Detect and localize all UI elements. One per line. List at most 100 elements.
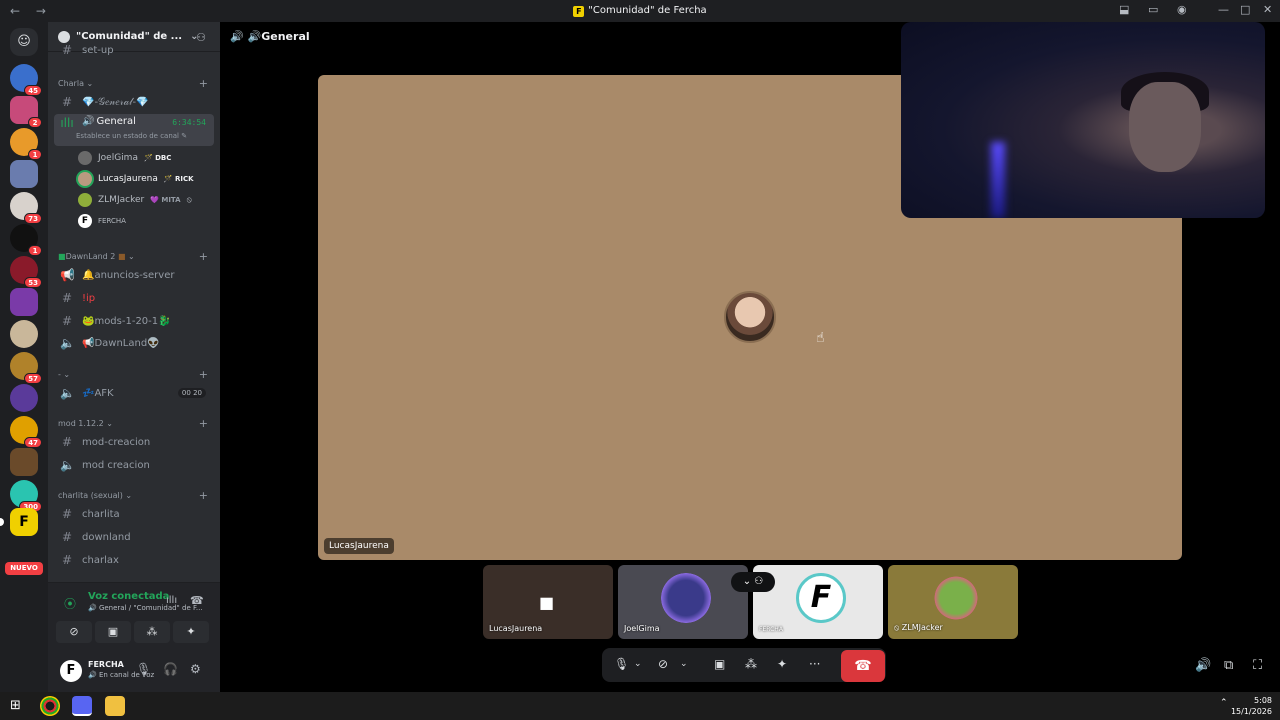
- participant-thumbnail[interactable]: ⦸ ZLMJacker: [888, 565, 1018, 639]
- user-limit: 20: [193, 389, 202, 397]
- server-icon[interactable]: [10, 320, 38, 348]
- fullscreen-icon[interactable]: ⛶: [1253, 658, 1262, 673]
- channel-mod-creacion-voice[interactable]: 🔈 mod creacion: [54, 455, 214, 475]
- voice-status[interactable]: Voz conectada: [88, 591, 169, 602]
- server-icon[interactable]: 45: [10, 64, 42, 96]
- help-icon[interactable]: ◉: [1177, 3, 1187, 16]
- add-channel-icon[interactable]: +: [199, 368, 208, 381]
- channel-charlax[interactable]: # charlax: [54, 550, 214, 570]
- channel-afk[interactable]: 🔈 💤AFK 00 20: [54, 383, 214, 403]
- thumbnail-name: FERCHA: [759, 626, 783, 633]
- voice-user-name: ZLMJacker: [98, 195, 145, 205]
- server-icon[interactable]: [10, 160, 38, 188]
- disconnect-button[interactable]: ☎: [841, 650, 885, 682]
- add-channel-icon[interactable]: +: [199, 489, 208, 502]
- channel-downland[interactable]: # downland: [54, 527, 214, 547]
- chrome-icon[interactable]: [40, 696, 60, 716]
- channel-status-text: Establece un estado de canal: [76, 132, 180, 140]
- activities-icon[interactable]: ⁂: [745, 657, 757, 671]
- microphone-icon[interactable]: 🎙: [614, 657, 629, 671]
- os-taskbar: ⊞ ⌃ 5:08 15/1/2026: [0, 692, 1280, 720]
- server-icon[interactable]: 53: [10, 256, 42, 288]
- server-icon[interactable]: [10, 384, 38, 412]
- voice-user[interactable]: F FERCHA: [78, 212, 126, 230]
- category-mod[interactable]: mod 1.12.2 ⌄: [58, 419, 113, 428]
- tray-chevron-icon[interactable]: ⌃: [1220, 698, 1228, 708]
- activities-button[interactable]: ⁂: [134, 621, 170, 643]
- category-dawnland[interactable]: ■DawnLand 2 ■ ⌄: [58, 252, 135, 261]
- system-clock[interactable]: 5:08 15/1/2026: [1231, 695, 1272, 717]
- server-icon[interactable]: 73: [10, 192, 42, 224]
- server-icon[interactable]: 1: [10, 224, 42, 256]
- screen-share-icon[interactable]: ▣: [714, 657, 725, 671]
- channel-dawnland-voice[interactable]: 🔈 📢DawnLand👽: [54, 333, 214, 353]
- channel-anuncios[interactable]: 📢 🔔anuncios-server: [54, 265, 214, 285]
- hash-icon: #: [61, 95, 73, 109]
- screen-share-button[interactable]: ▣: [95, 621, 131, 643]
- chevron-down-icon[interactable]: ⌄: [634, 659, 642, 669]
- more-options-icon[interactable]: ···: [809, 657, 820, 671]
- server-icon[interactable]: [10, 448, 38, 476]
- fercha-server-icon[interactable]: F: [10, 508, 38, 536]
- new-badge: NUEVO: [5, 562, 43, 575]
- avatar[interactable]: F: [60, 660, 82, 682]
- server-icon[interactable]: 57: [10, 352, 42, 384]
- channel-charlita[interactable]: # charlita: [54, 504, 214, 524]
- category-dash[interactable]: - ⌄: [58, 370, 70, 379]
- muted-icon: ⦸: [186, 195, 192, 204]
- tile-options[interactable]: ⌄ ⚇: [731, 572, 775, 592]
- server-icon[interactable]: 47: [10, 416, 42, 448]
- add-channel-icon[interactable]: +: [199, 250, 208, 263]
- microphone-icon[interactable]: 🎙: [136, 662, 151, 676]
- file-explorer-icon[interactable]: [105, 696, 125, 716]
- server-icon[interactable]: [10, 288, 38, 316]
- call-header: 🔊 🔊General: [230, 30, 310, 43]
- chevron-down-icon[interactable]: ⌄: [680, 659, 688, 669]
- channel-set-up[interactable]: # set-up: [54, 44, 214, 56]
- headphones-icon[interactable]: 🎧: [163, 662, 178, 676]
- picture-in-picture-video[interactable]: [901, 22, 1265, 218]
- channel-general-voice[interactable]: ıllı 🔊 General 6:34:54 Establece un esta…: [54, 114, 214, 146]
- maximize-button[interactable]: □: [1240, 3, 1250, 16]
- user-panel: F FERCHA 🔊 En canal de voz 🎙 🎧 ⚙: [48, 652, 220, 692]
- server-icon[interactable]: 300: [10, 480, 42, 512]
- channel-ip[interactable]: # !ip: [54, 288, 214, 308]
- avatar: [78, 151, 92, 165]
- voice-user[interactable]: ZLMJacker 💜 MITA ⦸: [78, 191, 192, 209]
- participant-thumbnail[interactable]: ■ LucasJaurena: [483, 565, 613, 639]
- voice-location[interactable]: 🔊 General / "Comunidad" de F...: [88, 604, 203, 612]
- windows-start-icon[interactable]: ⊞: [10, 698, 21, 713]
- popout-icon[interactable]: ⧉: [1224, 658, 1233, 673]
- inbox-icon[interactable]: ⬓: [1119, 3, 1129, 16]
- server-icon[interactable]: 2: [10, 96, 42, 128]
- camera-off-icon[interactable]: ⊘: [658, 657, 668, 671]
- channel-general-text[interactable]: # 💎-𝒢𝑒𝓃𝑒𝓇𝒶𝓁-💎: [54, 92, 214, 112]
- discord-home-icon[interactable]: ☺: [10, 28, 38, 56]
- tile-name-label: LucasJaurena: [324, 538, 394, 554]
- noise-suppression-icon[interactable]: ıllı: [166, 595, 177, 606]
- channel-status[interactable]: Establece un estado de canal ✎: [76, 132, 187, 140]
- channel-mod-creacion-text[interactable]: # mod-creacion: [54, 432, 214, 452]
- minimize-button[interactable]: —: [1218, 3, 1229, 16]
- close-button[interactable]: ✕: [1263, 3, 1272, 16]
- invite-icon[interactable]: ⚇: [196, 31, 206, 44]
- category-charlita[interactable]: charlita (sexual) ⌄: [58, 491, 132, 500]
- voice-user[interactable]: JoelGima 🪄 DBC: [78, 149, 171, 167]
- volume-icon[interactable]: 🔊: [1195, 658, 1211, 673]
- voice-user[interactable]: LucasJaurena 🪄 RICK: [78, 170, 194, 188]
- add-channel-icon[interactable]: +: [199, 417, 208, 430]
- screen-icon[interactable]: ▭: [1148, 3, 1158, 16]
- participant-thumbnail[interactable]: JoelGima: [618, 565, 748, 639]
- soundboard-button[interactable]: ✦: [173, 621, 209, 643]
- camera-off-button[interactable]: ⊘: [56, 621, 92, 643]
- add-channel-icon[interactable]: +: [199, 77, 208, 90]
- discord-taskbar-icon[interactable]: [72, 696, 92, 716]
- soundboard-icon[interactable]: ✦: [777, 657, 787, 671]
- disconnect-icon[interactable]: ☎: [190, 594, 204, 607]
- server-icon[interactable]: 1: [10, 128, 42, 160]
- category-charla[interactable]: Charla ⌄: [58, 79, 93, 88]
- channel-mods[interactable]: # 🐸mods-1-20-1🐉: [54, 311, 214, 331]
- settings-gear-icon[interactable]: ⚙: [190, 662, 201, 676]
- channel-label: charlax: [82, 554, 119, 566]
- user-name[interactable]: FERCHA: [88, 660, 124, 669]
